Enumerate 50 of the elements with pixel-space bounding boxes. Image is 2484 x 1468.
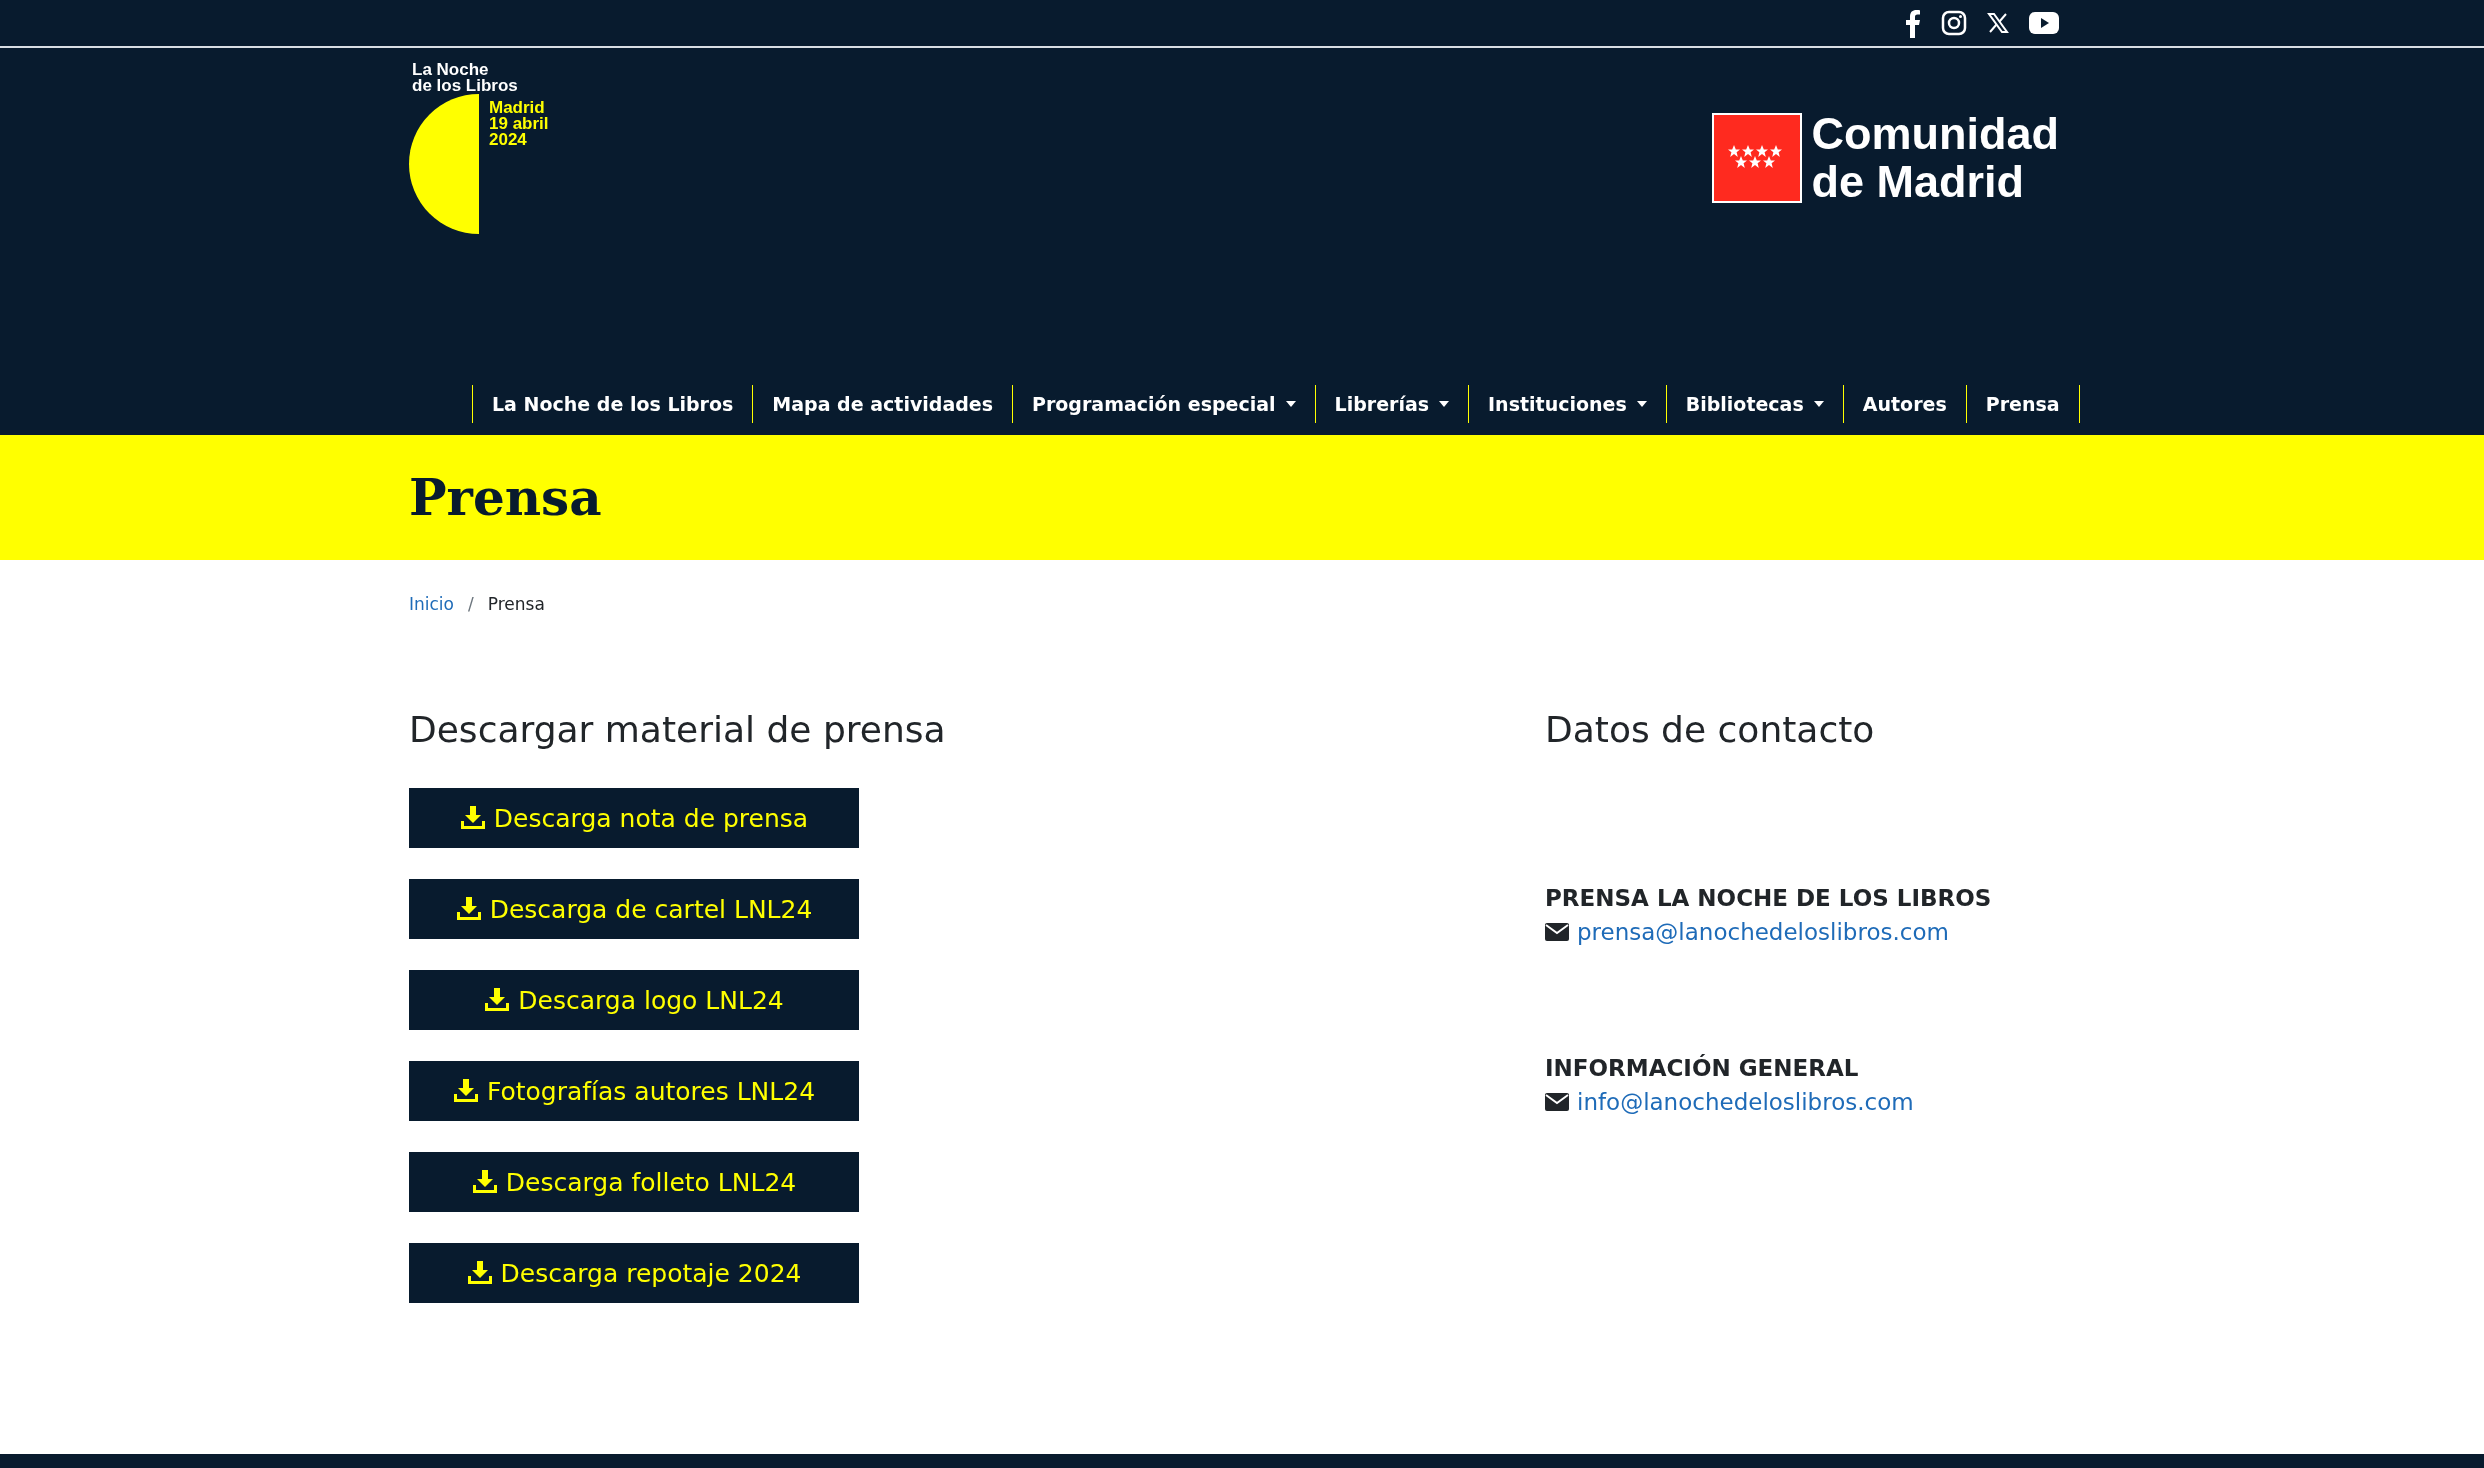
download-icon <box>484 988 511 1012</box>
instagram-icon[interactable] <box>1941 10 1967 36</box>
download-button[interactable]: Descarga repotaje 2024 <box>409 1243 859 1303</box>
sponsor-name[interactable]: de Madrid <box>1811 158 2059 206</box>
caret-icon <box>1813 401 1824 407</box>
envelope-icon <box>1545 923 1569 941</box>
download-button[interactable]: Fotografías autores LNL24 <box>409 1061 859 1121</box>
contact-title: INFORMACIÓN GENERAL <box>1545 1055 1860 1081</box>
download-icon <box>471 1170 498 1194</box>
email-link[interactable]: info@lanochedeloslibros.com <box>1577 1089 1914 1115</box>
half-moon-icon <box>409 94 479 234</box>
logo-event-text: 19 abril <box>489 116 549 132</box>
nav-link[interactable]: La Noche de los Libros <box>472 385 754 423</box>
breadcrumb-link[interactable]: Inicio <box>409 594 454 614</box>
download-button[interactable]: Descarga nota de prensa <box>409 788 859 848</box>
facebook-icon[interactable] <box>1903 8 1921 38</box>
nav-link[interactable]: Bibliotecas <box>1666 385 1844 423</box>
page-title: Prensa <box>409 468 603 527</box>
download-icon <box>452 1079 479 1103</box>
nav-link[interactable]: Autores <box>1843 385 1967 423</box>
download-icon <box>455 897 482 921</box>
caret-icon <box>1285 401 1296 407</box>
sponsor-name[interactable]: Comunidad <box>1811 110 2059 158</box>
flag-stars-icon[interactable] <box>1711 113 1802 203</box>
contact-title: PRENSA LA NOCHE DE LOS LIBROS <box>1545 885 1993 911</box>
logo-event-text: 2024 <box>489 132 528 148</box>
email-link[interactable]: prensa@lanochedeloslibros.com <box>1577 919 1949 945</box>
section-heading: Descargar material de prensa <box>409 709 947 750</box>
caret-icon <box>1636 401 1647 407</box>
nav-link[interactable]: Librerías <box>1315 385 1470 423</box>
download-button[interactable]: Descarga de cartel LNL24 <box>409 879 859 939</box>
nav-link[interactable]: Mapa de actividades <box>753 385 1013 423</box>
event-logo[interactable]: La Noche de los Libros Madrid 19 abril 2024 <box>409 62 549 234</box>
download-button[interactable]: Descarga logo LNL24 <box>409 970 859 1030</box>
breadcrumb-current: Prensa <box>487 594 545 614</box>
nav-link[interactable]: Instituciones <box>1469 385 1667 423</box>
download-button[interactable]: Descarga folleto LNL24 <box>409 1152 859 1212</box>
section-heading: Datos de contacto <box>1545 709 1876 750</box>
caret-icon <box>1439 401 1450 407</box>
download-icon <box>459 806 486 830</box>
logo-title-text: La Noche <box>412 62 490 78</box>
breadcrumb-separator: / <box>468 594 474 614</box>
logo-title-text: de los Libros <box>412 78 519 94</box>
x-logo-icon[interactable] <box>1987 12 2009 34</box>
download-icon <box>466 1261 493 1285</box>
logo-event-text: Madrid <box>489 100 546 116</box>
nav-link[interactable]: Prensa <box>1966 385 2080 423</box>
envelope-icon <box>1545 1093 1569 1111</box>
nav-link[interactable]: Programación especial <box>1013 385 1316 423</box>
youtube-icon[interactable] <box>2029 12 2059 34</box>
